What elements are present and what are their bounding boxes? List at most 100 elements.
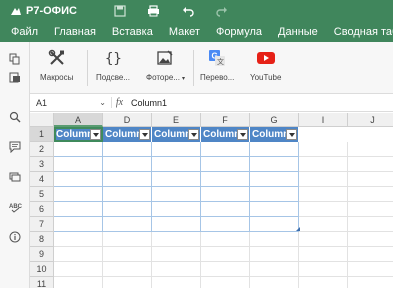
- table-cell[interactable]: [348, 247, 393, 262]
- table-cell[interactable]: [299, 142, 348, 157]
- table-cell[interactable]: [250, 277, 299, 288]
- column-header[interactable]: J: [348, 113, 393, 127]
- table-cell[interactable]: [152, 262, 201, 277]
- column-header[interactable]: I: [299, 113, 348, 127]
- table-cell[interactable]: [299, 277, 348, 288]
- table-cell[interactable]: [201, 277, 250, 288]
- tab-layout[interactable]: Макет: [161, 22, 208, 42]
- table-cell[interactable]: [299, 202, 348, 217]
- chevron-down-icon[interactable]: ⌄: [99, 98, 106, 107]
- table-cell[interactable]: [299, 247, 348, 262]
- table-cell[interactable]: [103, 157, 152, 172]
- table-cell[interactable]: [201, 172, 250, 187]
- name-box[interactable]: A1 ⌄: [33, 96, 109, 110]
- column-header[interactable]: E: [152, 113, 201, 127]
- table-header-cell[interactable]: Column1: [54, 127, 103, 142]
- table-cell[interactable]: [152, 142, 201, 157]
- highlight-code-button[interactable]: {} Подсве...: [96, 48, 130, 82]
- tab-file[interactable]: Файл: [0, 22, 46, 42]
- tab-home[interactable]: Главная: [46, 22, 104, 42]
- table-cell[interactable]: [54, 277, 103, 288]
- chat-icon[interactable]: [8, 170, 22, 184]
- photo-editor-button[interactable]: Фоторе... ▾: [146, 48, 185, 82]
- row-header[interactable]: 2: [30, 142, 54, 157]
- table-cell[interactable]: [250, 187, 299, 202]
- spreadsheet-grid[interactable]: A D E F G I J 1 2 3 4 5 6 7 8 9 10 11 Co…: [30, 113, 393, 288]
- table-cell[interactable]: [201, 262, 250, 277]
- table-cell[interactable]: [348, 187, 393, 202]
- table-cell[interactable]: [54, 187, 103, 202]
- column-header[interactable]: A: [54, 113, 103, 127]
- table-cell[interactable]: [54, 262, 103, 277]
- column-header[interactable]: G: [250, 113, 299, 127]
- table-cell[interactable]: [201, 187, 250, 202]
- search-icon[interactable]: [8, 110, 22, 124]
- table-cell[interactable]: [250, 247, 299, 262]
- table-cell[interactable]: [152, 172, 201, 187]
- table-cell[interactable]: [103, 172, 152, 187]
- row-header[interactable]: 6: [30, 202, 54, 217]
- table-resize-handle[interactable]: [296, 227, 300, 231]
- row-header[interactable]: 5: [30, 187, 54, 202]
- copy-icon[interactable]: [8, 52, 22, 66]
- table-cell[interactable]: [348, 157, 393, 172]
- filter-dropdown-icon[interactable]: [139, 129, 150, 140]
- row-header[interactable]: 11: [30, 277, 54, 288]
- table-cell[interactable]: [201, 142, 250, 157]
- table-cell[interactable]: [201, 247, 250, 262]
- table-header-cell[interactable]: Column1: [201, 127, 250, 142]
- table-cell[interactable]: [103, 262, 152, 277]
- column-header[interactable]: F: [201, 113, 250, 127]
- table-cell[interactable]: [103, 187, 152, 202]
- filter-dropdown-icon[interactable]: [237, 129, 248, 140]
- print-icon[interactable]: [147, 4, 161, 18]
- table-cell[interactable]: [250, 202, 299, 217]
- table-cell[interactable]: [348, 172, 393, 187]
- table-cell[interactable]: [103, 142, 152, 157]
- tab-pivot-table[interactable]: Сводная таблица: [326, 22, 393, 42]
- row-header[interactable]: 4: [30, 172, 54, 187]
- redo-icon[interactable]: [215, 4, 229, 18]
- tab-data[interactable]: Данные: [270, 22, 326, 42]
- table-cell[interactable]: [152, 247, 201, 262]
- table-cell[interactable]: [54, 142, 103, 157]
- table-cell[interactable]: [299, 157, 348, 172]
- table-cell[interactable]: [152, 202, 201, 217]
- row-header[interactable]: 1: [30, 127, 54, 142]
- table-cell[interactable]: [299, 232, 348, 247]
- spellcheck-icon[interactable]: ABC: [8, 200, 22, 214]
- function-icon[interactable]: fx: [111, 97, 127, 108]
- table-cell[interactable]: [348, 217, 393, 232]
- row-header[interactable]: 7: [30, 217, 54, 232]
- table-cell[interactable]: [103, 217, 152, 232]
- table-cell[interactable]: [54, 232, 103, 247]
- youtube-button[interactable]: YouTube: [250, 48, 281, 82]
- row-header[interactable]: 3: [30, 157, 54, 172]
- table-cell[interactable]: [348, 142, 393, 157]
- table-cell[interactable]: [250, 262, 299, 277]
- table-cell[interactable]: [348, 277, 393, 288]
- save-icon[interactable]: [113, 4, 127, 18]
- paste-icon[interactable]: [8, 70, 22, 84]
- table-header-cell[interactable]: Column1: [103, 127, 152, 142]
- row-header[interactable]: 8: [30, 232, 54, 247]
- table-cell[interactable]: [201, 202, 250, 217]
- table-cell[interactable]: [54, 157, 103, 172]
- formula-input[interactable]: Column1: [131, 98, 167, 108]
- table-cell[interactable]: [250, 157, 299, 172]
- table-header-cell[interactable]: Column1: [250, 127, 299, 142]
- table-cell[interactable]: [103, 277, 152, 288]
- filter-dropdown-icon[interactable]: [90, 129, 101, 140]
- table-cell[interactable]: [54, 247, 103, 262]
- table-cell[interactable]: [201, 217, 250, 232]
- table-cell[interactable]: [152, 217, 201, 232]
- tab-insert[interactable]: Вставка: [104, 22, 161, 42]
- table-cell[interactable]: [54, 172, 103, 187]
- filter-dropdown-icon[interactable]: [188, 129, 199, 140]
- filter-dropdown-icon[interactable]: [286, 129, 297, 140]
- info-icon[interactable]: [8, 230, 22, 244]
- table-cell[interactable]: [152, 277, 201, 288]
- table-cell[interactable]: [103, 202, 152, 217]
- tab-formula[interactable]: Формула: [208, 22, 270, 42]
- table-cell[interactable]: [103, 232, 152, 247]
